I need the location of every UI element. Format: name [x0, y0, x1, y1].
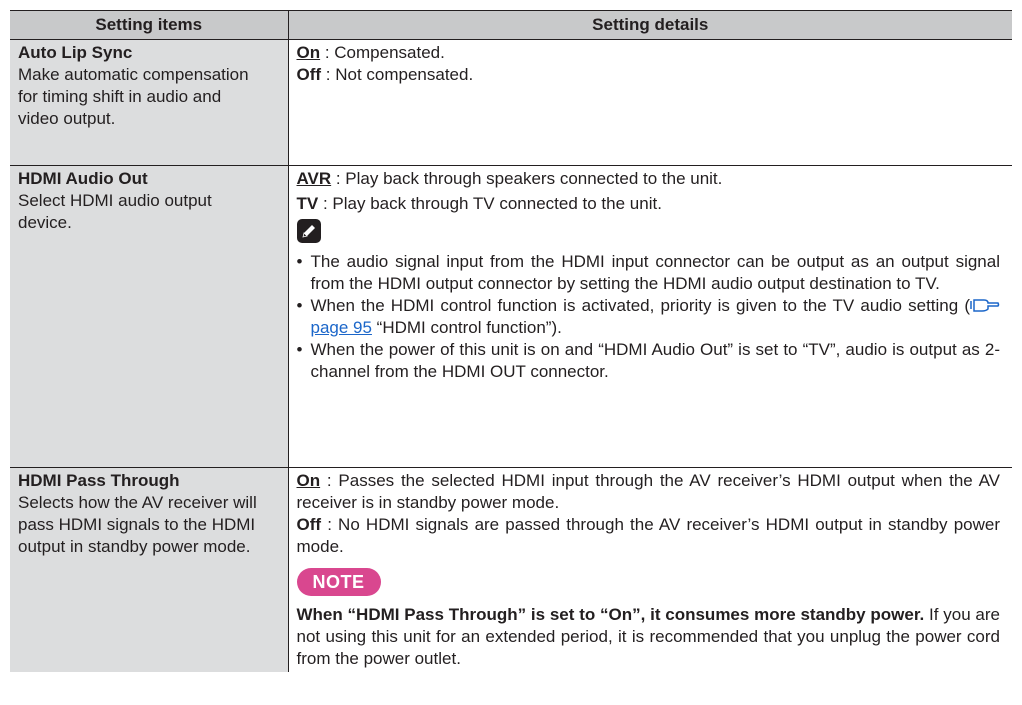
setting-description: Select HDMI audio output device.	[18, 191, 212, 232]
setting-title: HDMI Audio Out	[18, 169, 148, 188]
pencil-icon	[296, 219, 321, 243]
bullet: •	[296, 340, 303, 359]
list-item: • When the HDMI control function is activ…	[297, 295, 1001, 339]
option-text: : Passes the selected HDMI input through…	[296, 471, 1001, 512]
page-95-link[interactable]: page 95	[311, 318, 372, 337]
option-line: On : Passes the selected HDMI input thro…	[297, 470, 1001, 514]
bullet: •	[296, 296, 303, 315]
option-line: TV : Play back through TV connected to t…	[297, 193, 1001, 215]
option-key-default: On	[296, 43, 321, 62]
option-text: : Play back through speakers connected t…	[331, 169, 723, 188]
option-text: : No HDMI signals are passed through the…	[296, 515, 1001, 556]
option-key-default: On	[296, 471, 321, 490]
option-line: On : Compensated.	[297, 42, 1001, 64]
reference-hand-icon	[970, 299, 1000, 312]
header-setting-items: Setting items	[10, 10, 289, 40]
table-row: HDMI Audio Out Select HDMI audio output …	[10, 165, 1012, 468]
bullet-text: When the power of this unit is on and “H…	[310, 340, 1001, 381]
option-text: : Compensated.	[320, 43, 445, 62]
setting-details-hdmi-pass-through: On : Passes the selected HDMI input thro…	[288, 468, 1012, 673]
table-row: Auto Lip Sync Make automatic compensatio…	[10, 39, 1012, 166]
table-row: HDMI Pass Through Selects how the AV rec…	[10, 467, 1012, 673]
note-bold-text: When “HDMI Pass Through” is set to “On”,…	[296, 605, 925, 624]
setting-item-hdmi-audio-out: HDMI Audio Out Select HDMI audio output …	[10, 165, 289, 468]
option-line: Off : Not compensated.	[297, 64, 1001, 86]
option-line: AVR : Play back through speakers connect…	[297, 168, 1001, 190]
bullet-text: “HDMI control function”).	[371, 318, 562, 337]
settings-table: Setting items Setting details Auto Lip S…	[10, 10, 1012, 672]
table-header-row: Setting items Setting details	[10, 10, 1012, 40]
bullet-text: When the HDMI control function is activa…	[310, 296, 971, 315]
option-key-default: AVR	[296, 169, 332, 188]
setting-description: Selects how the AV receiver will pass HD…	[18, 493, 257, 556]
option-key: Off	[296, 65, 322, 84]
option-key: TV	[296, 194, 319, 213]
option-text: : Not compensated.	[321, 65, 474, 84]
option-text: : Play back through TV connected to the …	[318, 194, 662, 213]
note-bullet-list: • The audio signal input from the HDMI in…	[297, 251, 1001, 383]
setting-title: Auto Lip Sync	[18, 43, 133, 62]
header-setting-details: Setting details	[288, 10, 1012, 40]
setting-description: Make automatic compensation for timing s…	[18, 65, 249, 128]
list-item: • When the power of this unit is on and “…	[297, 339, 1001, 383]
option-line: Off : No HDMI signals are passed through…	[297, 514, 1001, 558]
bullet-text: The audio signal input from the HDMI inp…	[310, 252, 1001, 293]
setting-details-auto-lip-sync: On : Compensated. Off : Not compensated.	[288, 39, 1012, 166]
setting-item-auto-lip-sync: Auto Lip Sync Make automatic compensatio…	[10, 39, 289, 166]
setting-item-hdmi-pass-through: HDMI Pass Through Selects how the AV rec…	[10, 467, 289, 672]
setting-details-hdmi-audio-out: AVR : Play back through speakers connect…	[288, 165, 1012, 468]
option-key: Off	[296, 515, 322, 534]
list-item: • The audio signal input from the HDMI in…	[297, 251, 1001, 295]
note-badge: NOTE	[296, 568, 381, 596]
setting-title: HDMI Pass Through	[18, 471, 180, 490]
bullet: •	[296, 252, 303, 271]
note-text: When “HDMI Pass Through” is set to “On”,…	[297, 604, 1001, 670]
